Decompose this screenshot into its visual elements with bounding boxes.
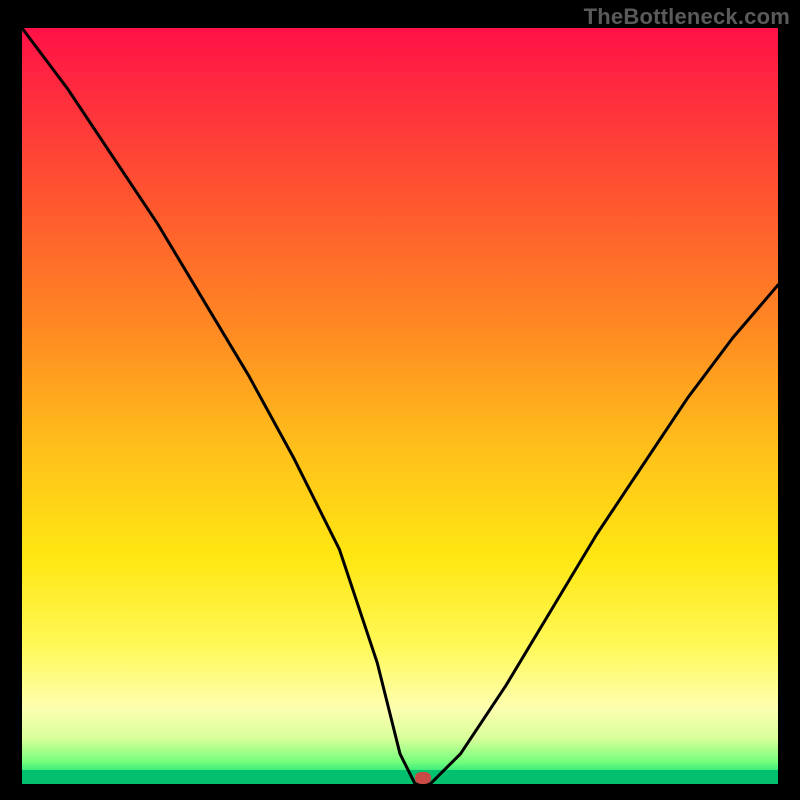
plot-area [22,28,778,784]
watermark-text: TheBottleneck.com [584,4,790,30]
bottleneck-curve [22,28,778,784]
minimum-marker-icon [415,772,431,784]
chart-frame: TheBottleneck.com [0,0,800,800]
